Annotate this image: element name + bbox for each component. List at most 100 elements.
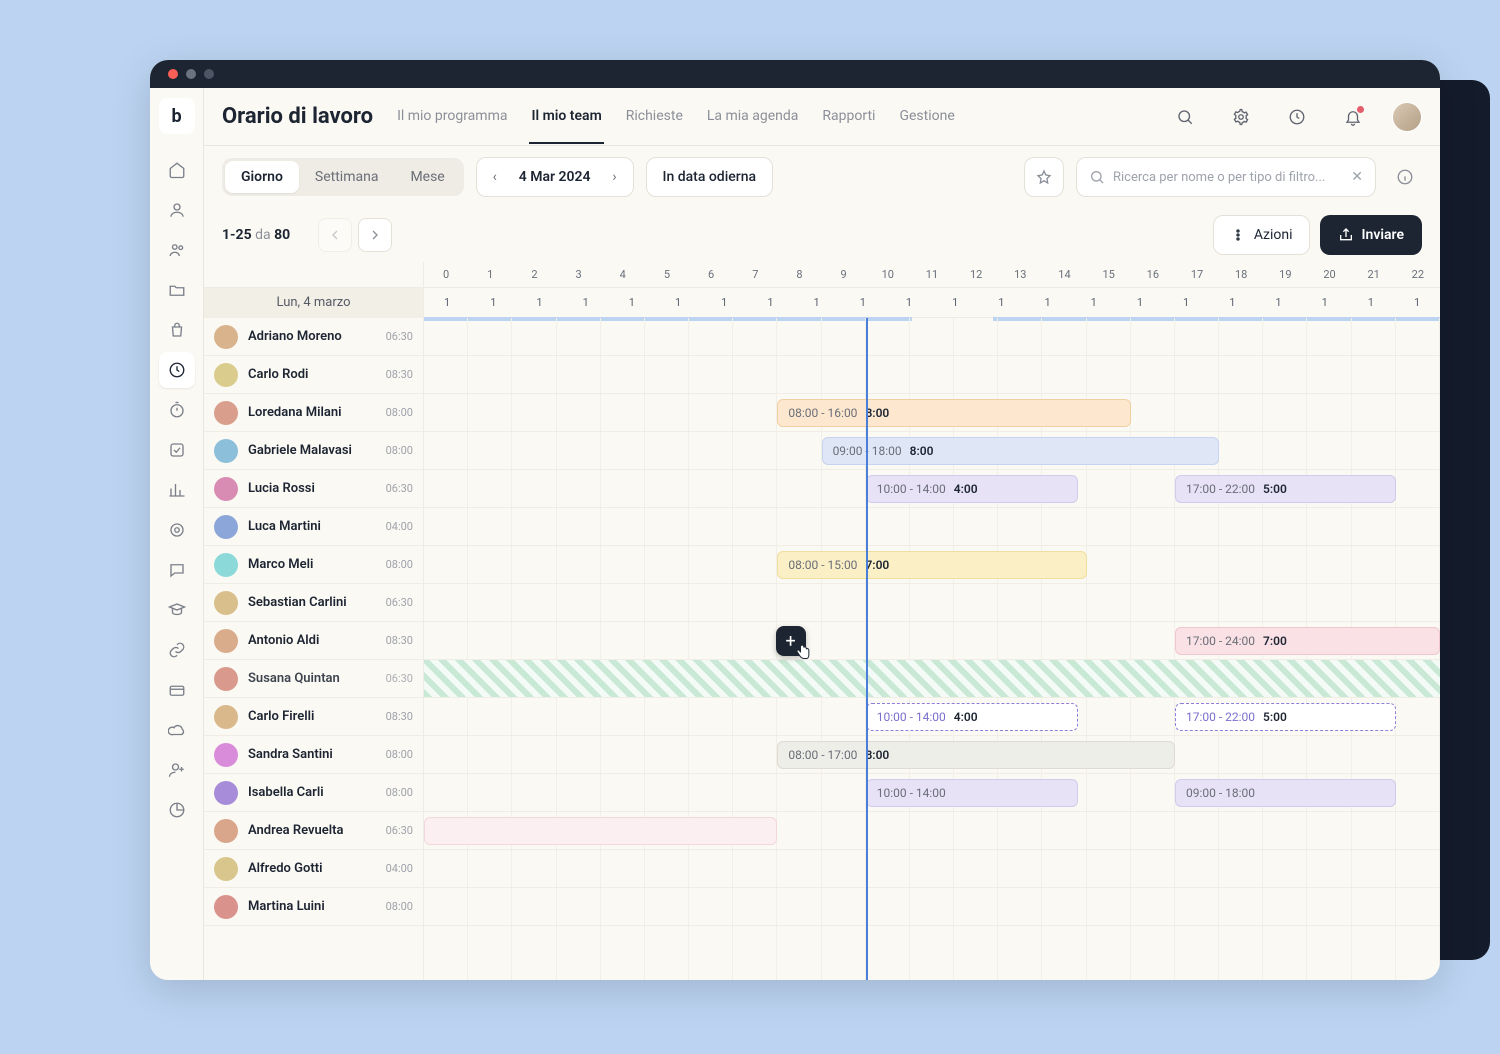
avatar [214,667,238,691]
view-seg-giorno[interactable]: Giorno [225,161,299,193]
person-row[interactable]: Isabella Carli 08:00 [204,774,423,812]
nav-learn[interactable] [159,592,195,628]
window-max-dot[interactable] [204,69,214,79]
nav-timer[interactable] [159,392,195,428]
avatar [214,819,238,843]
shift-block[interactable]: 08:00 - 16:008:00 [777,399,1130,427]
nav-clock[interactable] [159,352,195,388]
nav-check[interactable] [159,432,195,468]
info-icon[interactable] [1388,160,1422,194]
top-tab-3[interactable]: La mia agenda [705,90,801,144]
person-row[interactable]: Sebastian Carlini06:30 [204,584,423,622]
count-cell: 1 [1024,288,1070,317]
person-row[interactable]: Lucia Rossi06:30 [204,470,423,508]
shift-block[interactable] [424,817,777,845]
count-cell: 1 [978,288,1024,317]
shift-block[interactable]: 10:00 - 14:00 [866,779,1078,807]
shift-block[interactable]: 09:00 - 18:008:00 [822,437,1220,465]
nav-bag[interactable] [159,312,195,348]
count-cell: 1 [701,288,747,317]
app-logo[interactable]: b [159,98,195,134]
top-tab-2[interactable]: Richieste [624,90,685,144]
person-name: Alfredo Gotti [248,861,376,876]
bell-icon[interactable] [1336,100,1370,134]
filter-search[interactable]: Ricerca per nome o per tipo di filtro...… [1076,157,1376,197]
activity-icon[interactable] [1280,100,1314,134]
nav-user[interactable] [159,192,195,228]
shift-block[interactable]: 09:00 - 18:00 [1175,779,1396,807]
nav-link[interactable] [159,632,195,668]
person-name: Isabella Carli [248,785,376,800]
send-button[interactable]: Inviare [1320,215,1422,255]
nav-pie[interactable] [159,792,195,828]
shift-block[interactable]: 10:00 - 14:004:00 [866,703,1078,731]
avatar [214,629,238,653]
hour-label: 9 [822,262,866,287]
avatar [214,477,238,501]
nav-analytics[interactable] [159,472,195,508]
hour-label: 2 [512,262,556,287]
count-cell: 1 [516,288,562,317]
nav-home[interactable] [159,152,195,188]
top-tab-5[interactable]: Gestione [897,90,956,144]
shift-block[interactable]: 08:00 - 15:007:00 [777,551,1086,579]
shift-block[interactable]: 08:00 - 17:008:00 [777,741,1175,769]
hour-label: 8 [777,262,821,287]
date-next[interactable]: › [601,169,629,185]
today-button[interactable]: In data odierna [646,157,774,197]
avatar [214,401,238,425]
top-tab-1[interactable]: Il mio team [529,90,603,144]
date-prev[interactable]: ‹ [481,169,509,185]
window-min-dot[interactable] [186,69,196,79]
avatar [214,591,238,615]
top-tab-4[interactable]: Rapporti [820,90,877,144]
shift-block[interactable]: 10:00 - 14:004:00 [866,475,1078,503]
person-time: 08:00 [386,786,413,799]
person-row[interactable]: Susana Quintan06:30 [204,660,423,698]
person-row[interactable]: Loredana Milani08:00 [204,394,423,432]
favorite-button[interactable] [1024,157,1064,197]
actions-dropdown[interactable]: Azioni [1213,215,1310,255]
person-row[interactable]: Carlo Rodi08:30 [204,356,423,394]
person-row[interactable]: Gabriele Malavasi08:00 [204,432,423,470]
person-row[interactable]: Sandra Santini08:00 [204,736,423,774]
shift-block[interactable]: 17:00 - 22:005:00 [1175,475,1396,503]
nav-chat[interactable] [159,552,195,588]
person-name: Carlo Firelli [248,709,376,724]
search-icon[interactable] [1168,100,1202,134]
pagination-range: 1-25 da 80 [222,227,290,243]
shift-block[interactable]: 17:00 - 24:007:00 [1175,627,1440,655]
person-row[interactable]: Luca Martini04:00 [204,508,423,546]
nav-team[interactable] [159,232,195,268]
settings-icon[interactable] [1224,100,1258,134]
person-name: Andrea Revuelta [248,823,376,838]
top-tab-0[interactable]: Il mio programma [395,90,509,144]
app-window: b Orario di lavoro Il mio programmaIl mi [150,60,1440,980]
person-row[interactable]: Andrea Revuelta06:30 [204,812,423,850]
nav-addperson[interactable] [159,752,195,788]
person-row[interactable]: Carlo Firelli08:30 [204,698,423,736]
nav-wallet[interactable] [159,672,195,708]
person-name: Adriano Moreno [248,329,376,344]
nav-cloud[interactable] [159,712,195,748]
shift-block[interactable]: 17:00 - 22:005:00 [1175,703,1396,731]
person-row[interactable]: Marco Meli08:00 [204,546,423,584]
nav-target[interactable] [159,512,195,548]
count-cell: 1 [1117,288,1163,317]
person-name: Sandra Santini [248,747,376,762]
hour-label: 13 [998,262,1042,287]
person-time: 06:30 [386,596,413,609]
view-seg-settimana[interactable]: Settimana [299,161,395,193]
user-avatar[interactable] [1392,102,1422,132]
person-row[interactable]: Martina Luini08:00 [204,888,423,926]
view-seg-mese[interactable]: Mese [394,161,460,193]
page-next[interactable] [358,218,392,252]
avatar [214,895,238,919]
clear-icon[interactable]: ✕ [1351,169,1363,185]
count-cell: 1 [747,288,793,317]
nav-folder[interactable] [159,272,195,308]
person-row[interactable]: Antonio Aldi08:30 [204,622,423,660]
window-close-dot[interactable] [168,69,178,79]
person-row[interactable]: Adriano Moreno06:30 [204,318,423,356]
person-row[interactable]: Alfredo Gotti04:00 [204,850,423,888]
